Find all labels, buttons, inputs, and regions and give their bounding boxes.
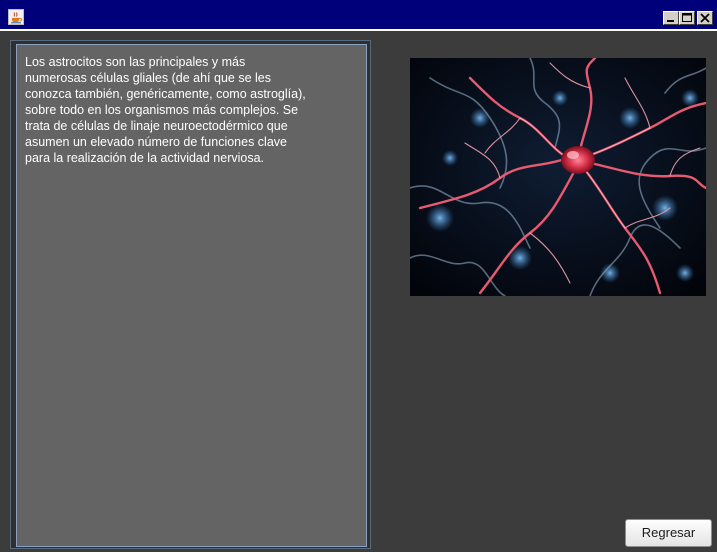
regresar-button[interactable]: Regresar — [625, 519, 712, 547]
title-bar[interactable] — [0, 0, 717, 31]
close-icon — [700, 13, 710, 23]
close-button[interactable] — [697, 11, 713, 25]
description-text-area[interactable]: Los astrocitos son las principales y más… — [16, 44, 367, 547]
neuron-illustration — [410, 58, 706, 296]
minimize-button[interactable] — [663, 11, 679, 25]
maximize-icon — [682, 13, 692, 22]
text-scroll-panel: Los astrocitos son las principales y más… — [10, 40, 371, 549]
minimize-icon — [667, 20, 674, 22]
app-window: Los astrocitos son las principales y más… — [0, 0, 717, 552]
java-cup-icon — [8, 9, 24, 25]
maximize-button[interactable] — [679, 11, 695, 25]
neuron-image — [410, 58, 706, 296]
